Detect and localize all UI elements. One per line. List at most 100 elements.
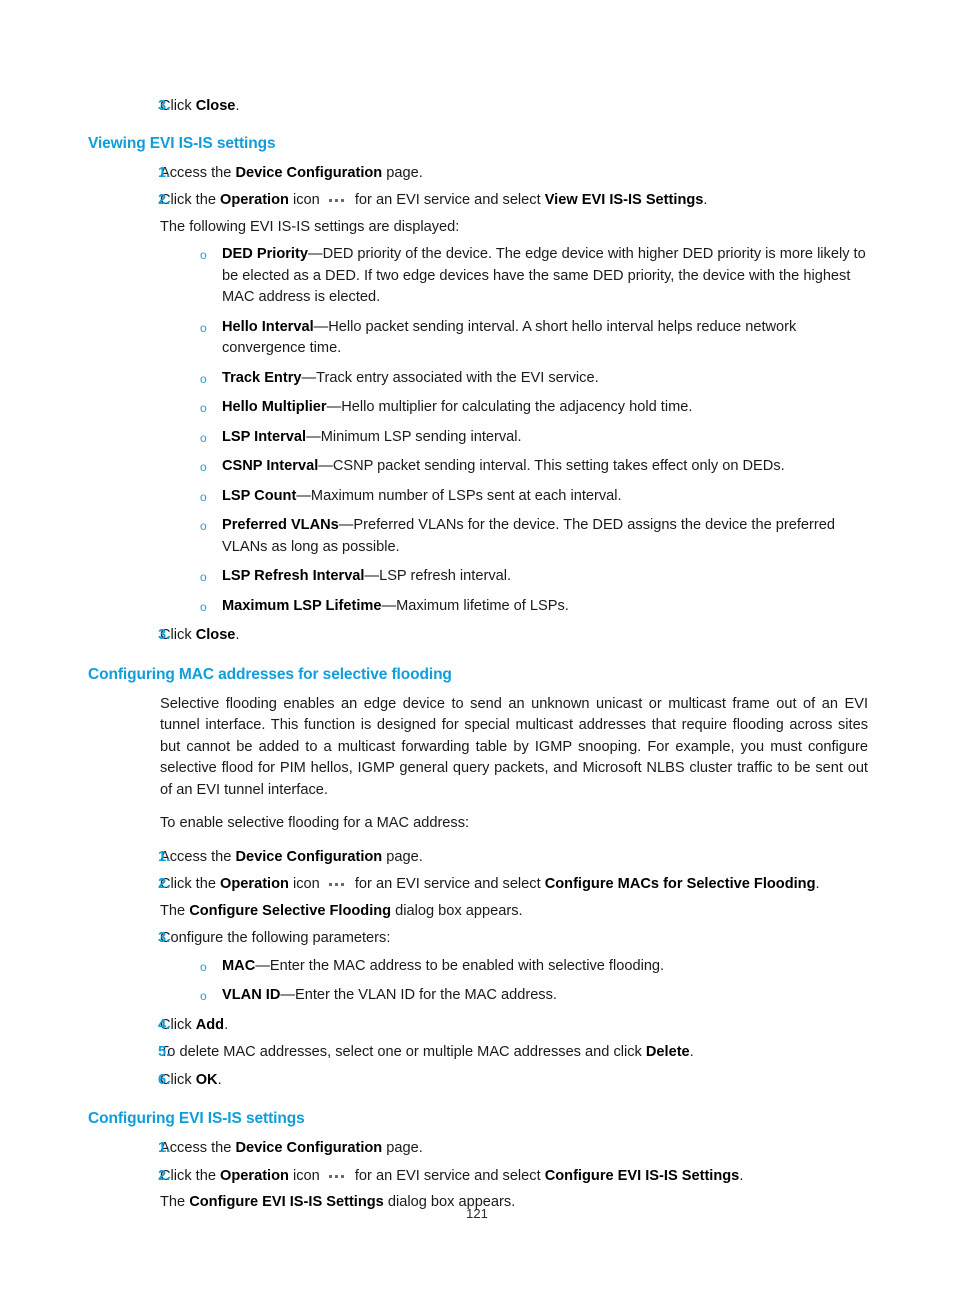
bullet-term: DED Priority xyxy=(222,246,308,262)
list-item: 1. Access the Device Configuration page. xyxy=(88,1138,868,1160)
list-marker: 4. xyxy=(158,1016,171,1033)
ellipsis-icon[interactable] xyxy=(328,882,344,886)
list-marker: 1. xyxy=(158,1140,171,1156)
list-item: o LSP Count—Maximum number of LSPs sent … xyxy=(88,486,868,508)
bullet-term: Preferred VLANs xyxy=(222,517,339,533)
bold-term: Configure EVI IS-IS Settings xyxy=(544,1167,740,1184)
list-marker: 3. xyxy=(158,627,171,643)
list-item-text: Click OK. xyxy=(160,1071,222,1088)
bullet-term: LSP Interval xyxy=(222,428,307,445)
bullet-dash: — xyxy=(364,568,380,584)
bullet-term: LSP Count xyxy=(222,487,297,504)
document-page: 3. Click Close. Viewing EVI IS-IS settin… xyxy=(0,0,954,1296)
list-marker: 2. xyxy=(158,1167,171,1184)
circle-bullet-icon: o xyxy=(200,570,207,584)
bullet-desc: Enter the VLAN ID for the MAC address. xyxy=(294,987,557,1003)
list-item: 1. Access the Device Configuration page. xyxy=(88,847,868,869)
bullet-term: CSNP Interval xyxy=(222,458,319,474)
bold-term: OK xyxy=(195,1071,218,1088)
step-note: The following EVI IS-IS settings are dis… xyxy=(160,218,460,235)
bullet-dash: — xyxy=(381,597,397,614)
list-item: 2. Click the Operation icon for an EVI s… xyxy=(88,874,868,922)
bullet-desc: Hello multiplier for calculating the adj… xyxy=(341,399,693,415)
list-item-text: Configure the following parameters: xyxy=(160,930,391,946)
circle-bullet-icon: o xyxy=(200,248,207,262)
list-item: 6. Click OK. xyxy=(88,1070,868,1092)
list-marker: 5. xyxy=(158,1044,171,1060)
circle-bullet-icon: o xyxy=(200,320,207,335)
bold-term: Delete xyxy=(645,1044,690,1060)
circle-bullet-icon: o xyxy=(200,489,207,504)
bullet-dash: — xyxy=(338,517,354,533)
bullet-term: Maximum LSP Lifetime xyxy=(222,597,382,614)
bullet-dash: — xyxy=(280,987,295,1003)
list-item: o Track Entry—Track entry associated wit… xyxy=(88,368,868,390)
bullet-dash: — xyxy=(301,369,317,386)
list-item-text: Access the Device Configuration page. xyxy=(160,164,423,181)
bold-term: Device Configuration xyxy=(235,848,383,865)
lead-in-paragraph: To enable selective flooding for a MAC a… xyxy=(160,815,470,831)
steps-viewing-evi-isis: 1. Access the Device Configuration page.… xyxy=(88,163,868,239)
bold-term: Operation xyxy=(220,1167,289,1184)
text-fragment: . xyxy=(235,627,240,643)
circle-bullet-icon: o xyxy=(200,599,207,614)
steps-configuring-evi-isis: 1. Access the Device Configuration page.… xyxy=(88,1138,868,1214)
page-content: 3. Click Close. Viewing EVI IS-IS settin… xyxy=(88,96,868,1220)
intro-paragraph: Selective flooding enables an edge devic… xyxy=(160,695,868,798)
list-item: 1. Access the Device Configuration page. xyxy=(88,163,868,185)
page-heading: Viewing EVI IS-IS settings xyxy=(88,134,276,152)
bullet-dash: — xyxy=(326,399,342,415)
selective-flooding-parameter-bullets: o MAC—Enter the MAC address to be enable… xyxy=(88,956,868,1007)
circle-bullet-icon: o xyxy=(200,371,207,386)
circle-bullet-icon: o xyxy=(200,519,207,533)
list-marker: 1. xyxy=(158,164,171,181)
bullet-desc: Track entry associated with the EVI serv… xyxy=(316,369,599,386)
bullet-term: Track Entry xyxy=(222,369,302,386)
bullet-desc: Maximum number of LSPs sent at each inte… xyxy=(310,487,622,504)
list-item: o LSP Refresh Interval—LSP refresh inter… xyxy=(88,566,868,588)
bullet-desc: Minimum LSP sending interval. xyxy=(320,428,522,445)
list-item: 4. Click Add. xyxy=(88,1015,868,1037)
section-configuring-mac-addresses: Configuring MAC addresses for selective … xyxy=(88,665,868,685)
circle-bullet-icon: o xyxy=(200,430,207,445)
list-item-text: Click the Operation icon for an EVI serv… xyxy=(160,876,820,892)
bullet-desc: CSNP packet sending interval. This setti… xyxy=(332,458,785,474)
list-item-text: Access the Device Configuration page. xyxy=(160,848,423,865)
list-marker: 2. xyxy=(158,192,171,208)
list-item: o Hello Multiplier—Hello multiplier for … xyxy=(88,397,868,419)
bullet-dash: — xyxy=(306,428,321,445)
bullet-dash: — xyxy=(313,318,329,335)
ellipsis-icon[interactable] xyxy=(328,1174,344,1178)
bullet-dash: — xyxy=(318,458,333,474)
bullet-term: VLAN ID xyxy=(222,987,281,1003)
list-marker: 2. xyxy=(158,876,171,892)
list-marker: 6. xyxy=(158,1071,171,1088)
list-item: o Maximum LSP Lifetime—Maximum lifetime … xyxy=(88,596,868,618)
evi-isis-settings-bullets: o DED Priority—DED priority of the devic… xyxy=(88,244,868,617)
bold-term: View EVI IS-IS Settings xyxy=(544,192,704,208)
continued-step-list: 3. Click Close. xyxy=(88,96,868,118)
list-item: o CSNP Interval—CSNP packet sending inte… xyxy=(88,456,868,478)
bullet-desc: LSP refresh interval. xyxy=(379,568,512,584)
ellipsis-icon[interactable] xyxy=(328,198,344,202)
page-heading: Configuring EVI IS-IS settings xyxy=(88,1110,305,1127)
section-configuring-evi-isis: Configuring EVI IS-IS settings xyxy=(88,1109,868,1129)
circle-bullet-icon: o xyxy=(200,401,207,415)
step-note: The Configure Selective Flooding dialog … xyxy=(160,902,523,919)
list-item-text: Click the Operation icon for an EVI serv… xyxy=(160,1167,744,1184)
steps-configuring-mac-addresses: 1. Access the Device Configuration page.… xyxy=(88,847,868,1092)
list-marker: 1. xyxy=(158,848,171,865)
bold-term: Device Configuration xyxy=(235,164,383,181)
page-heading: Configuring MAC addresses for selective … xyxy=(88,665,452,683)
list-item: 5. To delete MAC addresses, select one o… xyxy=(88,1042,868,1064)
bullet-dash: — xyxy=(255,957,270,974)
list-item: o DED Priority—DED priority of the devic… xyxy=(88,244,868,309)
bold-term: Configure MACs for Selective Flooding xyxy=(544,876,816,892)
bold-term: Device Configuration xyxy=(235,1140,383,1156)
list-item-text: Click Close. xyxy=(160,96,868,118)
bold-term: Close xyxy=(195,98,236,114)
list-item: 3. Click Close. xyxy=(88,96,868,118)
page-number: 121 xyxy=(466,1206,488,1221)
list-item: o Hello Interval—Hello packet sending in… xyxy=(88,317,868,360)
list-item: o MAC—Enter the MAC address to be enable… xyxy=(88,956,868,978)
